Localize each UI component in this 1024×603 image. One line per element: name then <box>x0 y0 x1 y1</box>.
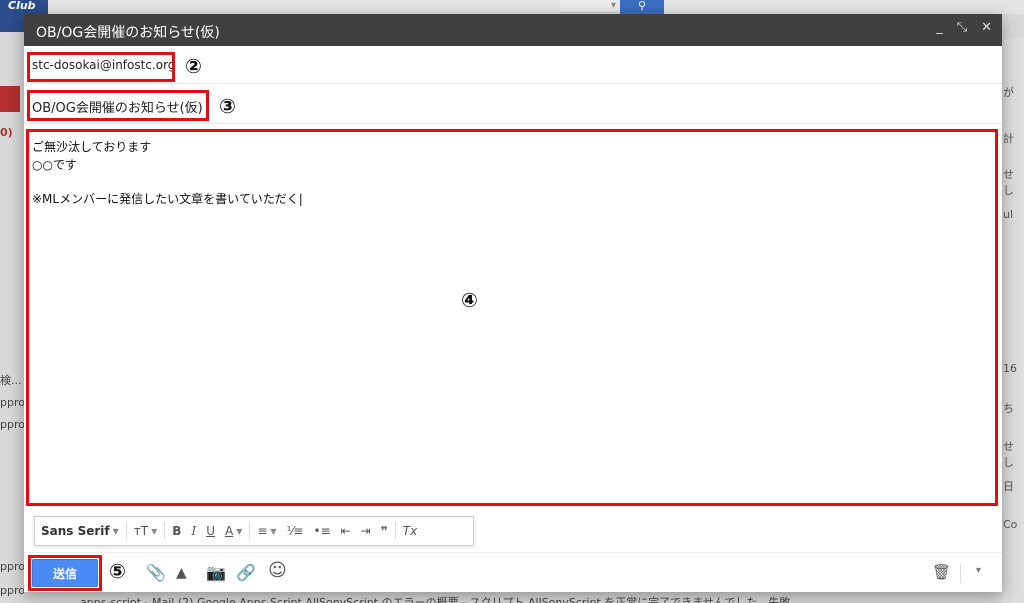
drive-icon[interactable]: ▲ <box>176 563 187 583</box>
align-icon[interactable]: ≡ ▼ <box>252 519 281 543</box>
right-snippet-2: 計 <box>1003 132 1014 145</box>
quote-icon[interactable]: ❞ <box>376 519 393 543</box>
toolbar-divider <box>164 522 166 540</box>
marker-4: ④ <box>461 288 478 312</box>
left-snippet-5: ppro <box>0 584 25 597</box>
right-snippet-9: Co <box>1003 518 1018 531</box>
numbered-list-icon[interactable]: ⅟≡ <box>282 519 309 543</box>
formatting-toolbar: Sans Serif ▼ ᴛT ▼ B I U A ▼ ≡ ▼ ⅟≡ •≡ ⇤ ⇥ ❞ … <box>34 516 474 546</box>
photo-icon[interactable]: 📷 <box>206 563 226 583</box>
marker-5: ⑤ <box>109 559 126 583</box>
compose-action-bar: 送信 ⑤ 📎 ▲ 📷 🔗 ☺ 🗑 ▾ <box>24 552 1002 592</box>
font-family-select[interactable]: Sans Serif ▼ <box>35 519 124 543</box>
more-options-icon[interactable]: ▾ <box>976 565 981 576</box>
search-icon: ⚲ <box>637 0 647 12</box>
underline-icon[interactable]: U <box>201 519 220 543</box>
attach-icon[interactable]: 📎 <box>146 563 166 583</box>
close-icon[interactable]: ✕ <box>981 20 992 35</box>
minimize-icon[interactable]: _ <box>936 20 943 35</box>
right-snippet-1: が <box>1003 86 1014 99</box>
link-icon[interactable]: 🔗 <box>236 563 256 583</box>
inbox-unread-count: 0) <box>0 126 13 139</box>
marker-2: ② <box>185 54 202 78</box>
indent-more-icon[interactable]: ⇥ <box>356 519 376 543</box>
left-snippet-1: 検... <box>0 374 22 387</box>
toolbar-divider <box>125 522 127 540</box>
compose-title-bar[interactable]: OB/OG会開催のお知らせ(仮) _ ⤡ ✕ <box>24 14 1002 46</box>
popout-icon[interactable]: ⤡ <box>957 20 967 35</box>
italic-icon[interactable]: I <box>186 519 201 543</box>
compose-window: OB/OG会開催のお知らせ(仮) _ ⤡ ✕ stc-dosokai@infos… <box>24 14 1002 592</box>
font-size-icon[interactable]: ᴛT ▼ <box>129 519 162 543</box>
bulleted-list-icon[interactable]: •≡ <box>308 519 335 543</box>
remove-format-icon[interactable]: Tx <box>398 519 422 543</box>
right-snippet-6: ち <box>1003 402 1014 415</box>
highlight-box-send <box>28 555 102 591</box>
toolbar-divider <box>249 522 251 540</box>
right-snippet-8: 日 <box>1003 480 1014 493</box>
highlight-box-body <box>26 129 998 506</box>
compose-title: OB/OG会開催のお知らせ(仮) <box>36 25 220 41</box>
right-snippet-3: せし <box>1003 168 1014 197</box>
left-snippet-4: ppro <box>0 560 25 573</box>
action-divider <box>960 563 961 583</box>
right-snippet-4: ul <box>1003 208 1014 221</box>
search-field-dropdown[interactable]: ▾ <box>560 0 620 13</box>
emoji-icon[interactable]: ☺ <box>268 561 287 581</box>
bold-icon[interactable]: B <box>167 519 186 543</box>
marker-3: ③ <box>219 94 236 118</box>
highlight-box-to <box>27 52 175 82</box>
trash-icon[interactable]: 🗑 <box>932 563 951 581</box>
highlight-box-subject <box>27 90 209 121</box>
text-color-icon[interactable]: A ▼ <box>220 519 247 543</box>
gmail-top-bar <box>0 0 1024 14</box>
right-snippet-5: 16 <box>1003 362 1017 375</box>
compose-button-bg[interactable] <box>0 86 20 112</box>
search-button[interactable]: ⚲ <box>620 0 664 14</box>
window-controls: _ ⤡ ✕ <box>936 20 992 35</box>
toolbar-divider <box>394 522 396 540</box>
right-snippet-7: せし <box>1003 440 1014 469</box>
indent-less-icon[interactable]: ⇤ <box>336 519 356 543</box>
inbox-row-partial[interactable]: apps-script - Mail (2) Google Apps Scrip… <box>80 594 1024 603</box>
